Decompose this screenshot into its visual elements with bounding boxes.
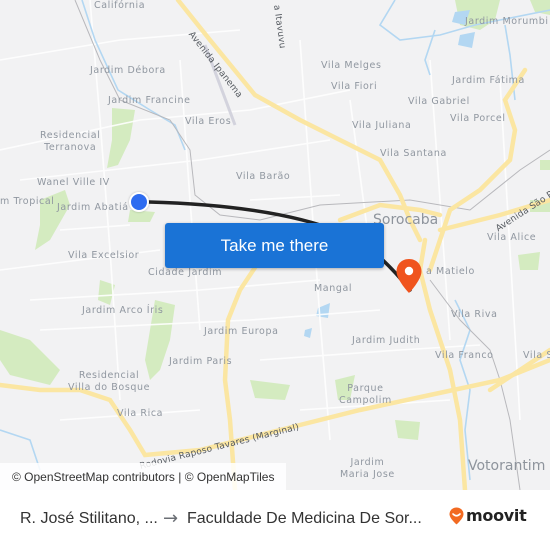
label-residencial-terranova: Residencial Terranova bbox=[40, 130, 101, 153]
destination-marker-icon[interactable] bbox=[395, 258, 423, 294]
route-origin: R. José Stilitano, ... bbox=[20, 510, 158, 527]
label-jardim-europa: Jardim Europa bbox=[204, 326, 279, 337]
park-area bbox=[540, 160, 550, 170]
label-jardim-paris: Jardim Paris bbox=[169, 356, 233, 367]
label-votorantim: Votorantim bbox=[468, 458, 546, 474]
map-attribution[interactable]: © OpenStreetMap contributors | © OpenMap… bbox=[0, 463, 287, 490]
park-area bbox=[395, 420, 420, 440]
label-jardim-judith: Jardim Judith bbox=[352, 335, 421, 346]
park-area bbox=[518, 252, 540, 270]
label-vila-eros: Vila Eros bbox=[185, 116, 232, 127]
label-vila-santana: Vila Santana bbox=[380, 148, 447, 159]
label-jardim-morumbi: Jardim Morumbi bbox=[465, 16, 549, 27]
origin-marker[interactable] bbox=[129, 192, 149, 212]
moovit-wordmark: moovit bbox=[466, 506, 527, 525]
label-vila-barao: Vila Barão bbox=[236, 171, 291, 182]
label-vila-juliana: Vila Juliana bbox=[352, 120, 412, 131]
label-vila-alice: Vila Alice bbox=[487, 232, 537, 243]
label-vila-rica: Vila Rica bbox=[117, 408, 164, 419]
label-vila-melges: Vila Melges bbox=[321, 60, 382, 71]
label-jardim-maria-jose: Jardim Maria Jose bbox=[340, 457, 395, 480]
route-destination: Faculdade De Medicina De Sor... bbox=[187, 510, 422, 527]
label-wanel-ville-iv: Wanel Ville IV bbox=[37, 177, 110, 188]
label-vila-riva: Vila Riva bbox=[451, 309, 498, 320]
label-vila-matielo: a Matielo bbox=[426, 266, 475, 277]
label-jardim-francine: Jardim Francine bbox=[108, 95, 191, 106]
route-footer: R. José Stilitano, ... → Faculdade De Me… bbox=[0, 490, 550, 550]
park-area bbox=[0, 330, 60, 385]
label-jardim-abatia: Jardim Abatiá bbox=[57, 202, 129, 213]
label-vila-gabriel: Vila Gabriel bbox=[408, 96, 470, 107]
arrow-right-icon: → bbox=[163, 508, 179, 529]
moovit-logo[interactable]: moovit bbox=[449, 506, 527, 525]
label-vila-excelsior: Vila Excelsior bbox=[68, 250, 140, 261]
label-vila-s: Vila S bbox=[523, 350, 550, 361]
label-jardim-tropical: m Tropical bbox=[0, 196, 55, 207]
park-area bbox=[107, 108, 135, 168]
moovit-pin-icon bbox=[449, 507, 464, 524]
label-jardim-arco-iris: Jardim Arco Íris bbox=[82, 305, 164, 316]
label-jardim-fatima: Jardim Fátima bbox=[452, 75, 525, 86]
label-vila-franco: Vila Franco bbox=[435, 350, 494, 361]
label-cidade-jardim: Cidade Jardim bbox=[148, 267, 223, 278]
road-south-central bbox=[222, 257, 263, 490]
park-area bbox=[128, 210, 155, 222]
park-area bbox=[250, 380, 290, 400]
take-me-there-button[interactable]: Take me there bbox=[165, 223, 384, 268]
label-residencial-villa-do-bosque: Residencial Villa do Bosque bbox=[68, 370, 151, 393]
label-mangal: Mangal bbox=[314, 283, 353, 294]
label-vila-fiori: Vila Fiori bbox=[331, 81, 378, 92]
label-parque-campolim: Parque Campolim bbox=[339, 383, 392, 406]
label-california: Califórnia bbox=[94, 0, 146, 11]
label-jardim-debora: Jardim Débora bbox=[90, 65, 166, 76]
label-vila-porcel: Vila Porcel bbox=[450, 113, 506, 124]
map-view[interactable]: Califórnia Jardim Débora Jardim Francine… bbox=[0, 0, 550, 490]
